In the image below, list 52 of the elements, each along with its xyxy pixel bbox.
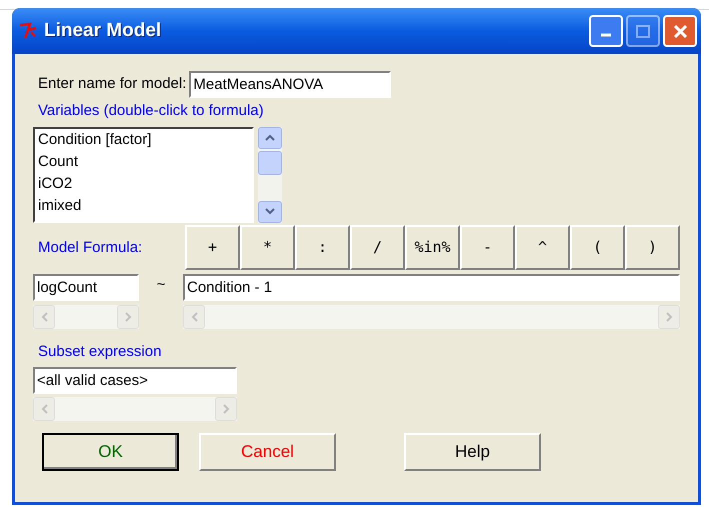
name-label: Enter name for model: <box>37 74 186 94</box>
window-title: Linear Model <box>44 18 162 43</box>
left-chevron-icon <box>40 404 48 414</box>
subset-field[interactable]: <all valid cases> <box>33 367 237 394</box>
operator-button[interactable]: ^ <box>515 224 570 270</box>
formula-field[interactable]: Condition - 1 <box>183 274 680 300</box>
scroll-up-button[interactable] <box>258 126 282 148</box>
operator-button[interactable]: %in% <box>405 224 460 270</box>
variables-list[interactable]: Condition [factor] Count iCO2 imixed <box>33 126 254 222</box>
scroll-left-button[interactable] <box>33 304 55 328</box>
operator-button[interactable]: * <box>240 224 295 270</box>
operator-button[interactable]: : <box>295 224 350 270</box>
variable-item[interactable]: iCO2 <box>38 172 72 194</box>
dialog-button[interactable]: Help <box>404 433 541 471</box>
scroll-left-button[interactable] <box>33 397 55 421</box>
dialog-button[interactable]: OK <box>42 433 179 471</box>
model-name-field[interactable]: MeatMeansANOVA <box>189 71 392 98</box>
right-chevron-icon <box>124 312 132 322</box>
operator-button[interactable]: ( <box>570 224 625 270</box>
variable-item[interactable]: imixed <box>38 194 82 216</box>
variable-item[interactable]: Condition [factor] <box>38 128 152 150</box>
scroll-down-button[interactable] <box>258 200 282 222</box>
subset-label: Subset expression <box>37 342 162 362</box>
variable-item[interactable]: Count <box>38 150 78 172</box>
horizontal-scrollbar[interactable] <box>33 397 237 421</box>
operator-button[interactable]: ) <box>625 224 680 270</box>
scroll-right-button[interactable] <box>117 304 139 328</box>
horizontal-scrollbar[interactable] <box>33 304 139 328</box>
up-chevron-icon <box>265 134 275 141</box>
minimize-icon <box>601 33 611 37</box>
down-chevron-icon <box>265 208 275 215</box>
right-chevron-icon <box>222 404 230 414</box>
close-icon <box>674 24 686 38</box>
tilde-text: ~ <box>156 274 166 294</box>
horizontal-scrollbar[interactable] <box>183 304 680 328</box>
close-button[interactable] <box>663 15 697 47</box>
operator-button[interactable]: + <box>185 224 240 270</box>
right-chevron-icon <box>666 312 672 322</box>
maximize-icon <box>636 24 650 38</box>
operator-button[interactable]: - <box>460 224 515 270</box>
scroll-left-button[interactable] <box>183 304 205 328</box>
left-chevron-icon <box>190 312 198 322</box>
response-field[interactable]: logCount <box>33 274 139 300</box>
left-chevron-icon <box>40 312 48 322</box>
operator-button[interactable]: / <box>350 224 405 270</box>
variables-label: Variables (double-click to formula) <box>37 101 264 121</box>
vertical-scrollbar[interactable] <box>258 126 282 222</box>
formula-label: Model Formula: <box>37 238 144 258</box>
scroll-right-button[interactable] <box>215 397 237 421</box>
minimize-button[interactable] <box>589 15 623 47</box>
scroll-right-button[interactable] <box>658 304 680 328</box>
scroll-thumb[interactable] <box>258 150 282 174</box>
